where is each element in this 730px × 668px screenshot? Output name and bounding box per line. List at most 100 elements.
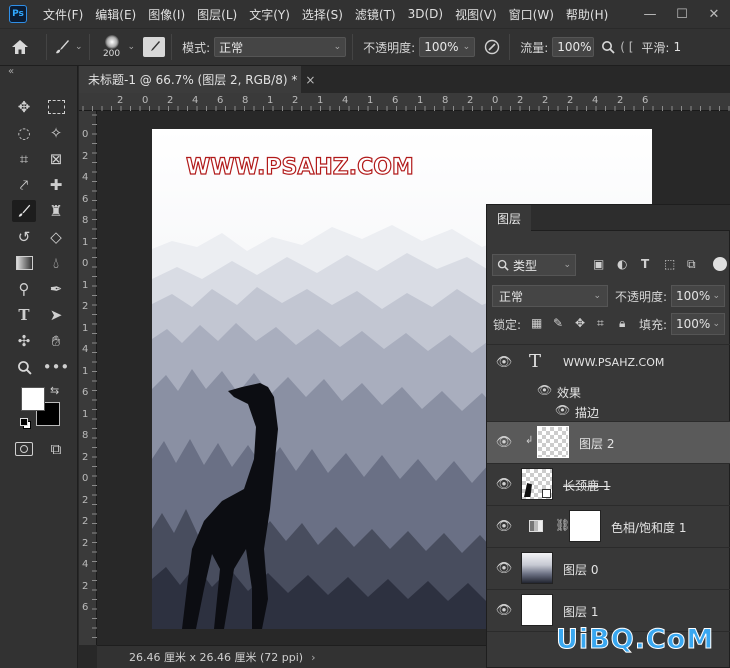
healing-brush-tool-icon[interactable]: ✚ [44,174,68,196]
visibility-eye-icon[interactable]: 👁︎ [537,383,552,397]
lock-artboard-icon[interactable]: ⌗ [597,316,604,331]
hand-tool-icon[interactable]: ✋︎ [44,330,68,352]
zoom-tool-icon[interactable] [12,356,36,378]
layer-row-hue-saturation[interactable]: 👁︎ ⛓︎ 色相/饱和度 1 [487,506,730,548]
pressure-opacity-button[interactable] [481,39,503,55]
layer-filter-select[interactable]: 类型 ⌄ [492,254,576,276]
ruler-label: 0 [82,129,89,140]
crop-tool-icon[interactable]: ⌗ [12,148,36,170]
filter-type-icon[interactable]: T [641,257,649,271]
menu-filter[interactable]: 滤镜(T) [349,6,402,23]
type-tool-icon[interactable]: T [12,304,36,326]
quick-mask-icon[interactable] [12,438,36,460]
document-tab[interactable]: 未标题-1 @ 66.7% (图层 2, RGB/8) * × [79,66,315,93]
path-selection-tool-icon[interactable]: ➤ [44,304,68,326]
gradient-tool-icon[interactable] [12,252,36,274]
restore-button[interactable]: ☐ [666,7,698,22]
filter-pixel-icon[interactable]: ▣ [593,257,604,271]
smart-object-icon [542,489,551,498]
chevron-down-icon[interactable]: ⌄ [128,42,136,52]
layer-row-giraffe[interactable]: 👁︎ 长颈鹿 1 [487,464,730,506]
menu-view[interactable]: 视图(V) [449,6,503,23]
brush-tool-preset[interactable]: ⌄ [53,38,83,56]
bracket-icon[interactable]: ( [ [620,40,633,54]
visibility-eye-icon[interactable]: 👁︎ [495,561,513,576]
flow-value: 100% [557,40,592,54]
layer-row-layer-2[interactable]: 👁︎ ↲ 图层 2 [487,422,730,464]
status-menu-arrow[interactable]: › [311,651,315,664]
frame-tool-icon[interactable]: ⊠ [44,148,68,170]
minimize-button[interactable]: — [634,7,666,22]
menu-window[interactable]: 窗口(W) [503,6,560,23]
foreground-color-swatch[interactable] [21,387,45,411]
menu-edit[interactable]: 编辑(E) [89,6,142,23]
eyedropper-tool-icon[interactable]: ⤤ [12,174,36,196]
filter-adjustment-icon[interactable]: ◐ [617,257,627,271]
more-tools-icon[interactable]: ••• [43,356,70,378]
filter-smart-object-icon[interactable]: ⧉ [687,257,696,272]
custom-shape-tool-icon[interactable]: ✣ [12,330,36,352]
ruler-label: 6 [82,602,89,613]
eraser-tool-icon[interactable]: ◇ [44,226,68,248]
clone-stamp-tool-icon[interactable]: ♜ [44,200,68,222]
mode-label: 模式: [182,40,211,55]
move-tool-icon[interactable]: ✥ [12,96,36,118]
visibility-eye-icon[interactable]: 👁︎ [495,519,513,534]
menu-help[interactable]: 帮助(H) [560,6,614,23]
filter-toggle-icon[interactable] [713,257,727,271]
default-colors-icon[interactable] [20,418,31,429]
lasso-tool-icon[interactable]: ◌ [12,122,36,144]
menu-image[interactable]: 图像(I) [142,6,191,23]
brush-size-picker[interactable]: 200 [96,35,128,59]
ruler-vertical[interactable]: 02468101214161820222426 [79,111,97,645]
airbrush-button[interactable] [598,40,618,54]
menu-select[interactable]: 选择(S) [296,6,349,23]
visibility-eye-icon[interactable]: 👁︎ [495,603,513,618]
history-brush-tool-icon[interactable]: ↺ [12,226,36,248]
filter-shape-icon[interactable]: ⬚ [664,257,675,271]
lock-position-icon[interactable]: ✥ [575,316,585,330]
link-icon[interactable]: ⛓︎ [555,518,570,532]
dodge-tool-icon[interactable]: ⚲ [12,278,36,300]
menu-type[interactable]: 文字(Y) [243,6,296,23]
menu-file[interactable]: 文件(F) [37,6,89,23]
close-tab-button[interactable]: × [305,73,315,87]
visibility-eye-icon[interactable]: 👁︎ [495,355,513,370]
visibility-eye-icon[interactable]: 👁︎ [495,477,513,492]
layer-effect-stroke-row[interactable]: 👁︎ 描边 [487,401,730,422]
collapse-panel-icon[interactable]: « [8,66,14,77]
visibility-eye-icon[interactable]: 👁︎ [495,435,513,450]
fill-input[interactable]: 100% ⌄ [671,313,725,335]
menu-layer[interactable]: 图层(L) [191,6,243,23]
marquee-tool-icon[interactable] [44,96,68,118]
flow-input[interactable]: 100% [552,37,595,57]
layer-opacity-input[interactable]: 100% ⌄ [671,285,725,307]
menu-3d[interactable]: 3D(D) [402,7,449,21]
tab-layers[interactable]: 图层 [487,205,531,231]
layer-row-text[interactable]: 👁︎ T WWW.PSAHZ.COM [487,345,730,381]
brush-settings-button[interactable] [143,37,166,57]
pen-tool-icon[interactable]: ✒ [44,278,68,300]
layer-effects-row[interactable]: 👁︎ 效果 [487,381,730,401]
chevron-down-icon: ⌄ [712,291,720,301]
close-window-button[interactable]: ✕ [698,7,730,22]
blend-mode-select[interactable]: 正常 ⌄ [492,285,608,307]
opacity-input[interactable]: 100% ⌄ [419,37,476,57]
visibility-eye-icon[interactable]: 👁︎ [555,403,570,417]
lock-all-icon[interactable]: 🔒︎ [619,316,625,331]
layer-row-layer-0[interactable]: 👁︎ 图层 0 [487,548,730,590]
blur-tool-icon[interactable]: 💧︎ [44,252,68,274]
text-layer-icon: T [529,351,542,372]
swap-colors-icon[interactable]: ⇆ [50,384,59,397]
screen-mode-icon[interactable]: ⧉ [44,438,68,460]
fill-value: 100% [676,317,711,331]
ruler-horizontal[interactable]: 2 0 2 4 6 8 1 2 1 4 1 6 1 8 2 0 2 2 2 4 2 6 [79,93,730,111]
mode-select[interactable]: 正常 ⌄ [214,37,347,57]
magic-wand-tool-icon[interactable]: ✧ [44,122,68,144]
brush-tool-icon[interactable] [12,200,36,222]
home-button[interactable] [0,39,40,55]
smoothing-value[interactable]: 1 [673,40,681,54]
lock-image-pixels-icon[interactable]: ✎ [553,316,563,330]
ruler-label: 8 [82,215,89,226]
lock-transparent-pixels-icon[interactable]: ▦ [531,316,542,330]
